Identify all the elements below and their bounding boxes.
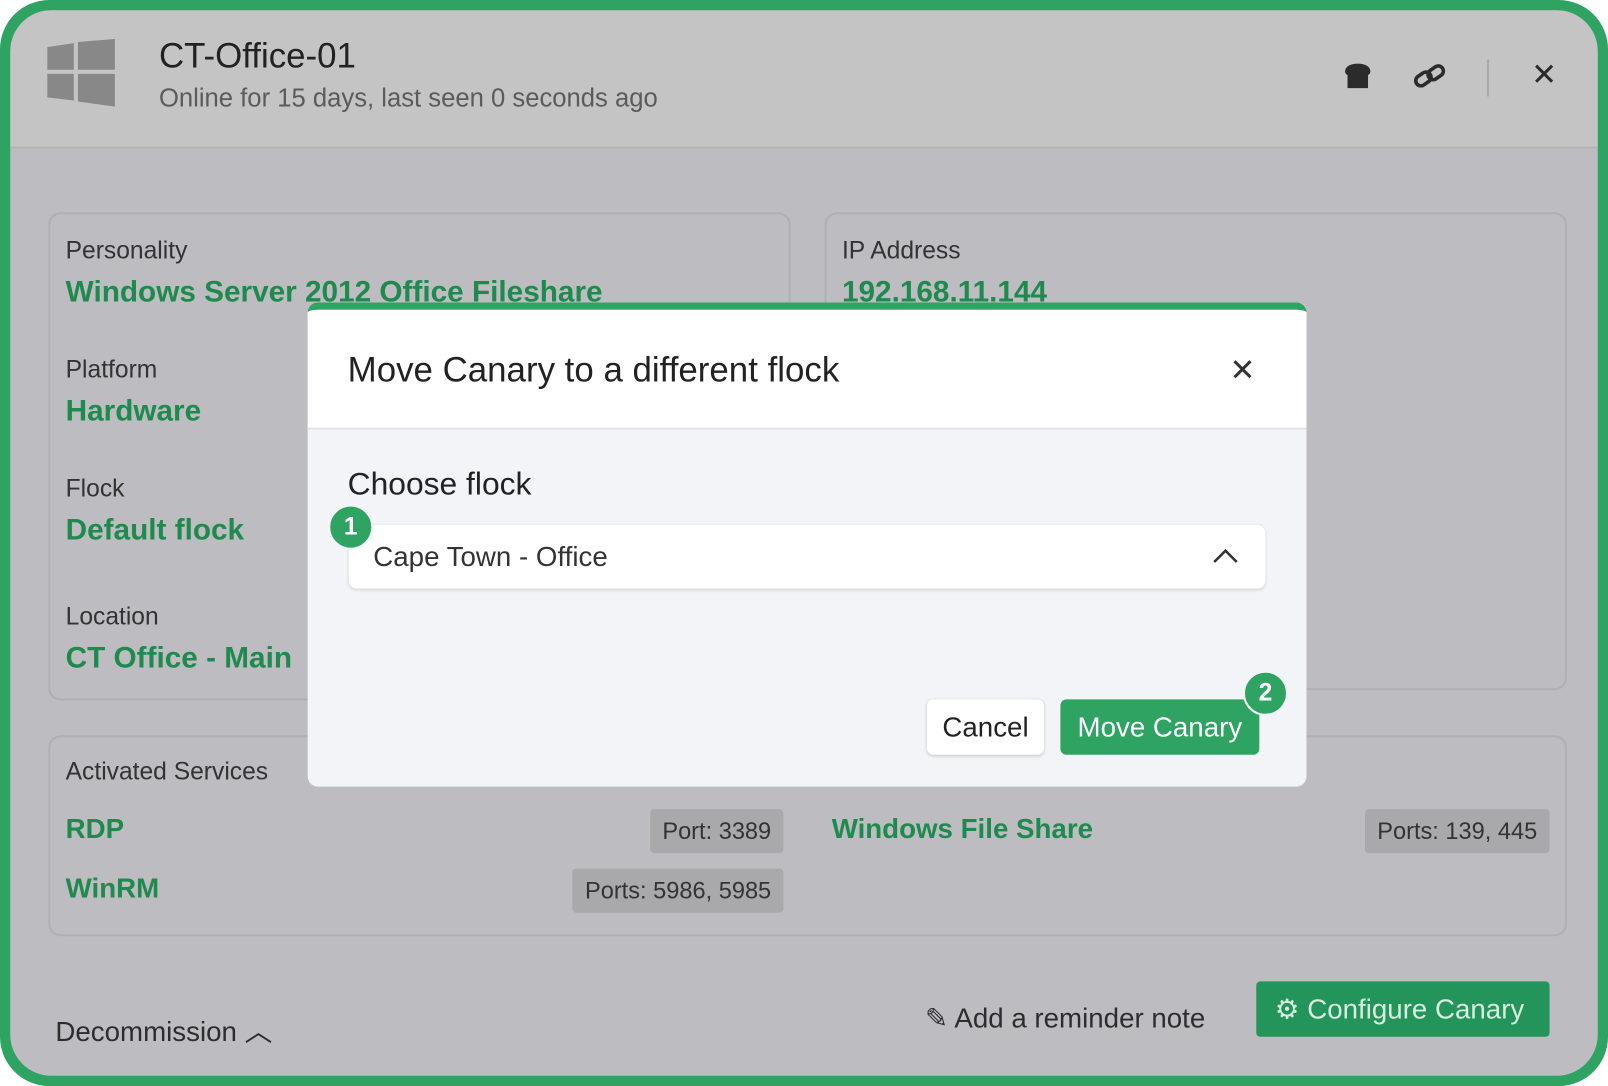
service-port: Port: 3389 bbox=[650, 809, 784, 854]
device-status: Online for 15 days, last seen 0 seconds … bbox=[158, 84, 658, 113]
ip-label: IP Address bbox=[841, 236, 961, 265]
flock-select[interactable]: Cape Town - Office bbox=[348, 525, 1266, 589]
service-port: Ports: 139, 445 bbox=[1364, 809, 1550, 854]
reminder-label: Add a reminder note bbox=[954, 1002, 1206, 1034]
choose-flock-label: Choose flock bbox=[347, 465, 532, 502]
device-title: CT-Office-01 bbox=[158, 36, 356, 76]
service-winrm[interactable]: WinRM bbox=[66, 873, 160, 905]
location-label: Location bbox=[65, 602, 159, 631]
modal-title: Move Canary to a different flock bbox=[347, 350, 840, 390]
platform-value: Hardware bbox=[65, 394, 202, 428]
configure-label: Configure Canary bbox=[1307, 993, 1525, 1025]
flock-select-value: Cape Town - Office bbox=[373, 541, 608, 573]
platform-label: Platform bbox=[65, 355, 158, 384]
decommission-toggle[interactable]: Decommission ︿ bbox=[55, 1009, 272, 1049]
chevron-up-icon: ︿ bbox=[244, 1016, 273, 1048]
location-value: CT Office - Main bbox=[65, 641, 292, 675]
close-icon[interactable]: ✕ bbox=[1531, 57, 1557, 93]
windows-logo bbox=[47, 38, 115, 107]
service-rdp[interactable]: RDP bbox=[66, 813, 124, 845]
add-reminder-note-button[interactable]: ✎ Add a reminder note bbox=[925, 1003, 1205, 1035]
services-label: Activated Services bbox=[65, 757, 269, 786]
header: CT-Office-01 Online for 15 days, last se… bbox=[10, 10, 1598, 149]
pencil-icon: ✎ bbox=[925, 1002, 949, 1034]
decommission-label: Decommission bbox=[55, 1016, 237, 1048]
personality-label: Personality bbox=[65, 236, 188, 265]
step-badge: 2 bbox=[1242, 670, 1289, 716]
close-icon[interactable]: ✕ bbox=[1229, 353, 1255, 389]
modal-header: Move Canary to a different flock ✕ bbox=[307, 309, 1307, 430]
service-windows-file-share[interactable]: Windows File Share bbox=[832, 813, 1093, 845]
move-canary-button[interactable]: Move Canary bbox=[1060, 699, 1260, 755]
divider bbox=[1486, 59, 1490, 97]
chevron-up-icon bbox=[1213, 548, 1238, 563]
cancel-button[interactable]: Cancel bbox=[927, 699, 1044, 755]
bread-icon[interactable] bbox=[1343, 62, 1372, 89]
link-icon[interactable] bbox=[1413, 62, 1446, 91]
gear-icon: ⚙ bbox=[1274, 993, 1300, 1025]
service-port: Ports: 5986, 5985 bbox=[572, 868, 784, 913]
flock-label: Flock bbox=[65, 474, 125, 503]
move-flock-modal: Move Canary to a different flock ✕ Choos… bbox=[307, 302, 1307, 787]
configure-canary-button[interactable]: ⚙ Configure Canary bbox=[1256, 981, 1550, 1037]
step-badge: 1 bbox=[328, 504, 374, 550]
flock-value[interactable]: Default flock bbox=[66, 514, 244, 548]
